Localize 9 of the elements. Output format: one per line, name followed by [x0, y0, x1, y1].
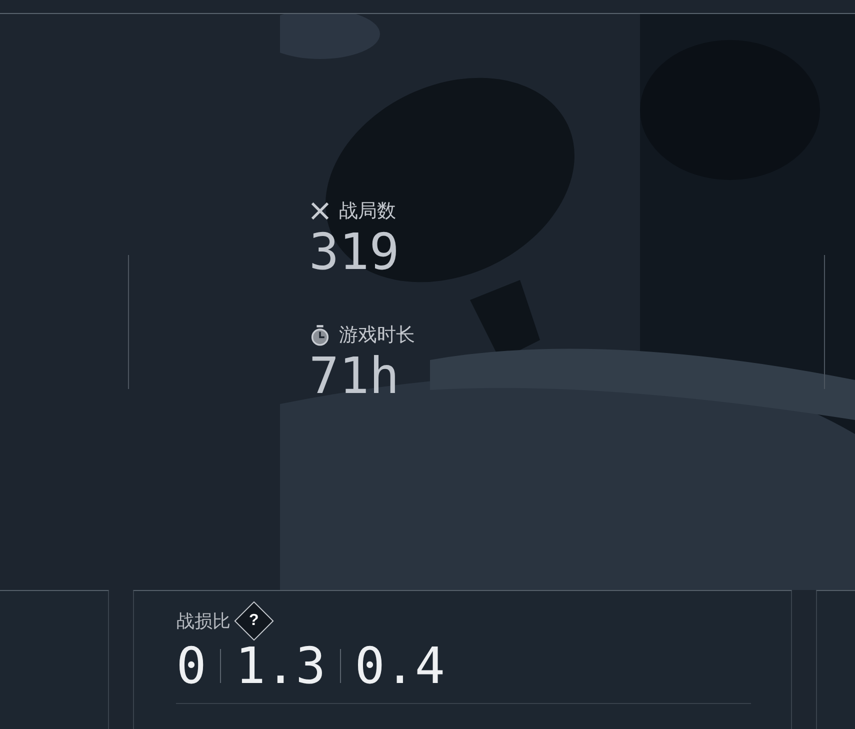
stat-value: 319 [309, 224, 400, 280]
stat-label: 游戏时长 [339, 323, 415, 348]
ratio-value: 0 [176, 637, 206, 695]
ratio-value: 0.4 [354, 637, 446, 695]
stopwatch-icon [309, 324, 331, 346]
stat-label: 战局数 [339, 199, 396, 224]
ratio-label: 战损比 [176, 610, 230, 633]
stat-value: 71h [309, 348, 400, 404]
help-button[interactable]: ? [234, 601, 274, 641]
